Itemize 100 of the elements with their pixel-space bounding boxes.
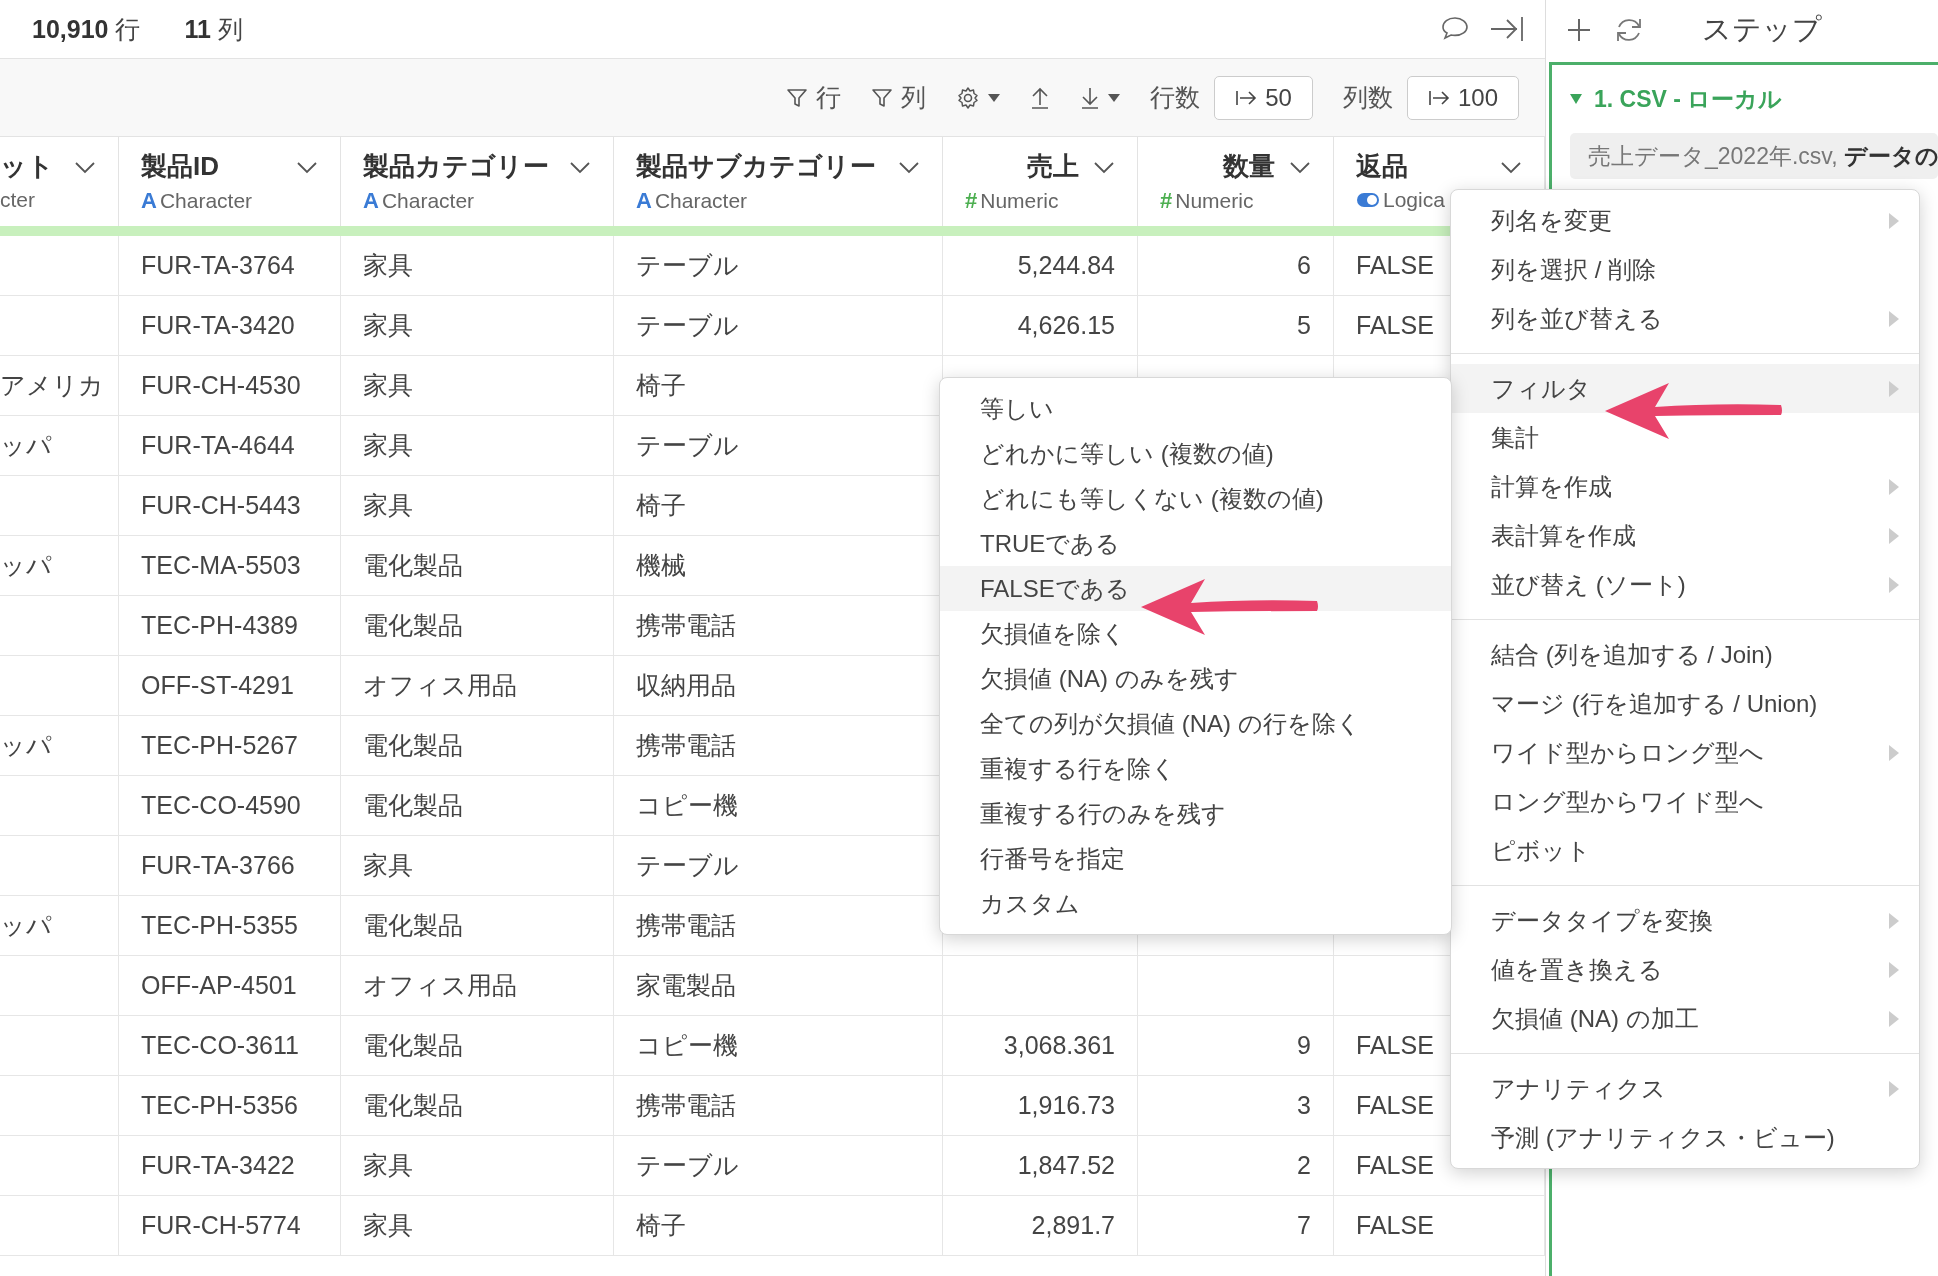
table-cell: FUR-TA-3766 bbox=[119, 836, 341, 896]
row-filter-button[interactable]: 行 bbox=[786, 81, 842, 114]
menu-item[interactable]: 並び替え (ソート) bbox=[1451, 560, 1919, 609]
menu-item[interactable]: 行番号を指定 bbox=[940, 836, 1451, 881]
menu-item[interactable]: ピボット bbox=[1451, 826, 1919, 875]
table-cell: OFF-AP-4501 bbox=[119, 956, 341, 1016]
table-cell: 電化製品 bbox=[341, 1076, 614, 1136]
submenu-arrow-icon bbox=[1889, 1010, 1899, 1027]
table-cell: TEC-PH-5355 bbox=[119, 896, 341, 956]
collapse-panel-icon[interactable] bbox=[1489, 15, 1525, 43]
submenu-arrow-icon bbox=[1889, 1080, 1899, 1097]
table-cell: TEC-MA-5503 bbox=[119, 536, 341, 596]
table-cell: TEC-PH-5267 bbox=[119, 716, 341, 776]
menu-item[interactable]: 計算を作成 bbox=[1451, 462, 1919, 511]
plus-icon[interactable] bbox=[1566, 16, 1592, 43]
table-cell: 電化製品 bbox=[341, 896, 614, 956]
menu-item[interactable]: 表計算を作成 bbox=[1451, 511, 1919, 560]
column-type: Numeric bbox=[980, 189, 1059, 213]
menu-item[interactable]: 集計 bbox=[1451, 413, 1919, 462]
menu-item[interactable]: マージ (行を追加する / Union) bbox=[1451, 679, 1919, 728]
table-cell: TEC-PH-4389 bbox=[119, 596, 341, 656]
column-type: Character bbox=[381, 189, 475, 213]
menu-item[interactable]: FALSEである bbox=[940, 566, 1451, 611]
table-cell: TEC-CO-4590 bbox=[119, 776, 341, 836]
table-cell: 1,916.73 bbox=[943, 1076, 1138, 1136]
menu-item[interactable]: 欠損値 (NA) のみを残す bbox=[940, 656, 1451, 701]
arrow-to-bar-icon bbox=[1427, 88, 1450, 107]
menu-item[interactable]: 等しい bbox=[940, 386, 1451, 431]
chevron-down-icon[interactable] bbox=[1093, 159, 1115, 174]
table-cell: 9 bbox=[1138, 1016, 1334, 1076]
column-type: cter bbox=[0, 188, 35, 212]
chevron-down-icon[interactable] bbox=[296, 159, 318, 174]
table-cell: 携帯電話 bbox=[614, 1076, 943, 1136]
table-cell: FUR-CH-4530 bbox=[119, 356, 341, 416]
gear-icon bbox=[956, 85, 981, 110]
menu-item[interactable]: どれにも等しくない (複数の値) bbox=[940, 476, 1451, 521]
menu-item[interactable]: 重複する行のみを残す bbox=[940, 791, 1451, 836]
menu-item[interactable]: ワイド型からロング型へ bbox=[1451, 728, 1919, 777]
table-cell: 5,244.84 bbox=[943, 236, 1138, 296]
menu-item[interactable]: 重複する行を除く bbox=[940, 746, 1451, 791]
type-icon: A bbox=[363, 188, 379, 214]
type-icon: A bbox=[636, 188, 652, 214]
table-cell: ッパ bbox=[0, 716, 119, 776]
rows-label: 行数 bbox=[1150, 82, 1201, 113]
table-cell: 電化製品 bbox=[341, 716, 614, 776]
type-icon: # bbox=[965, 188, 978, 214]
table-cell: 電化製品 bbox=[341, 596, 614, 656]
menu-item[interactable]: TRUEである bbox=[940, 521, 1451, 566]
toggle-icon bbox=[1356, 192, 1380, 208]
table-cell: 電化製品 bbox=[341, 536, 614, 596]
type-icon: A bbox=[141, 188, 157, 214]
type-icon: # bbox=[1160, 188, 1173, 214]
arrow-to-bar-icon bbox=[1235, 88, 1258, 107]
table-cell: 7 bbox=[1138, 1196, 1334, 1256]
submenu-arrow-icon bbox=[1889, 744, 1899, 761]
submenu-arrow-icon bbox=[1889, 212, 1899, 229]
table-cell: FUR-TA-3764 bbox=[119, 236, 341, 296]
table-cell: 6 bbox=[1138, 236, 1334, 296]
table-cell: テーブル bbox=[614, 296, 943, 356]
chevron-down-icon[interactable] bbox=[1289, 159, 1311, 174]
table-cell: テーブル bbox=[614, 1136, 943, 1196]
column-filter-button[interactable]: 列 bbox=[871, 81, 927, 114]
menu-item[interactable]: 値を置き換える bbox=[1451, 945, 1919, 994]
table-cell: 5 bbox=[1138, 296, 1334, 356]
table-cell: テーブル bbox=[614, 236, 943, 296]
table-cell: FUR-TA-3420 bbox=[119, 296, 341, 356]
expand-triangle-icon[interactable] bbox=[1570, 94, 1582, 104]
comment-icon[interactable] bbox=[1441, 16, 1469, 42]
download-button[interactable] bbox=[1080, 85, 1121, 110]
table-cell: 電化製品 bbox=[341, 1016, 614, 1076]
column-type: Numeric bbox=[1175, 189, 1254, 213]
table-cell: FUR-TA-4644 bbox=[119, 416, 341, 476]
table-cell: FUR-CH-5443 bbox=[119, 476, 341, 536]
column-count: 11 列 bbox=[184, 13, 243, 45]
table-cell: ッパ bbox=[0, 416, 119, 476]
table-cell: 3 bbox=[1138, 1076, 1334, 1136]
chevron-down-icon[interactable] bbox=[1500, 159, 1522, 174]
chevron-down-icon[interactable] bbox=[898, 159, 920, 174]
submenu-arrow-icon bbox=[1889, 527, 1899, 544]
menu-item[interactable]: どれかに等しい (複数の値) bbox=[940, 431, 1451, 476]
columns-button[interactable]: 100 bbox=[1406, 75, 1519, 120]
table-cell: 1,847.52 bbox=[943, 1136, 1138, 1196]
table-cell: FUR-TA-3422 bbox=[119, 1136, 341, 1196]
menu-item[interactable]: カスタム bbox=[940, 881, 1451, 926]
chevron-down-icon[interactable] bbox=[569, 159, 591, 174]
menu-item[interactable]: フィルタ bbox=[1451, 364, 1919, 413]
rows-button[interactable]: 50 bbox=[1214, 75, 1313, 120]
caret-icon bbox=[1108, 93, 1121, 102]
column-name: 製品カテゴリー bbox=[363, 150, 549, 183]
settings-button[interactable] bbox=[956, 85, 1001, 110]
menu-item[interactable]: 全ての列が欠損値 (NA) の行を除く bbox=[940, 701, 1451, 746]
menu-item[interactable]: データタイプを変換 bbox=[1451, 896, 1919, 945]
menu-item[interactable]: 欠損値を除く bbox=[940, 611, 1451, 656]
column-name: 返品 bbox=[1356, 150, 1408, 183]
chevron-down-icon[interactable] bbox=[74, 159, 96, 174]
upload-button[interactable] bbox=[1030, 85, 1051, 110]
menu-item[interactable]: ロング型からワイド型へ bbox=[1451, 777, 1919, 826]
menu-item[interactable]: 結合 (列を追加する / Join) bbox=[1451, 630, 1919, 679]
caret-icon bbox=[988, 93, 1001, 102]
step-detail: 売上データ_2022年.csv, データの bbox=[1570, 133, 1938, 179]
